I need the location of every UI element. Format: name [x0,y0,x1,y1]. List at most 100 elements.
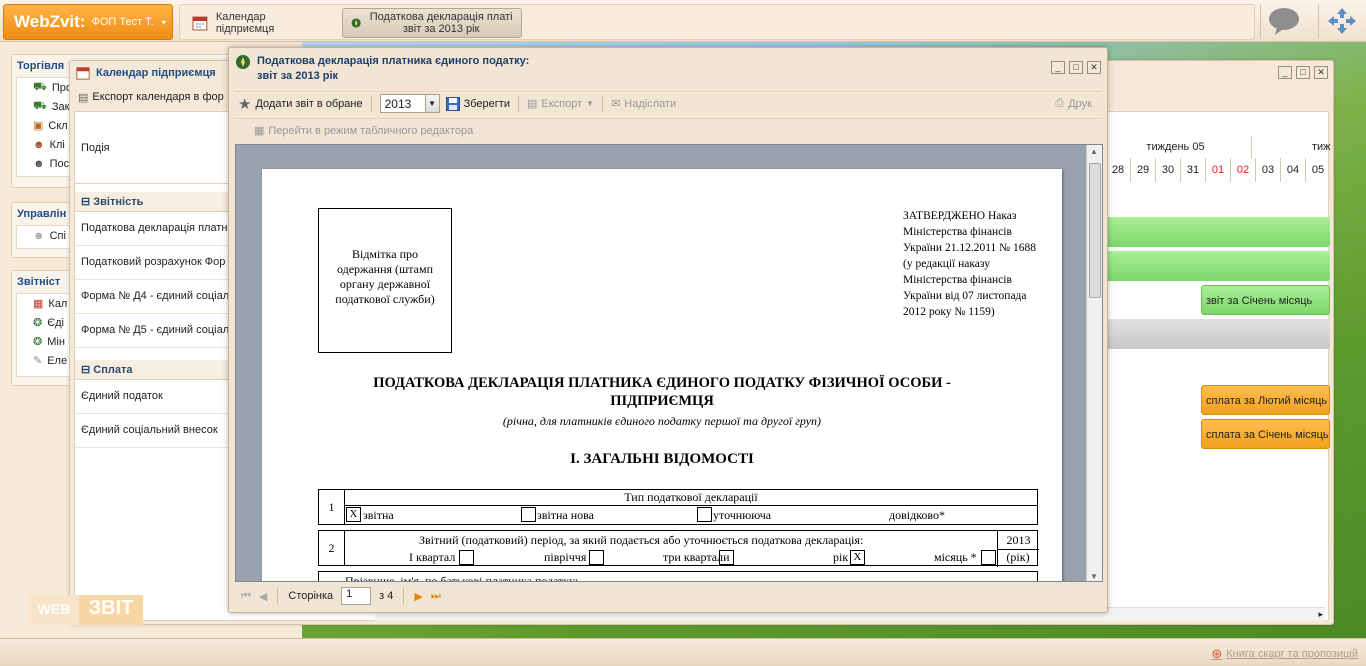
users-icon: ☻ [33,138,45,151]
chat-icon[interactable] [1267,6,1301,36]
table-mode-button[interactable]: ▦ Перейти в режим табличного редактора [254,124,473,138]
send-button[interactable]: ✉ Надіслати [611,97,676,111]
emblem-icon [351,18,361,28]
last-page-icon[interactable]: ⏭ [431,590,441,603]
save-label: Зберегти [463,97,510,110]
scrollbar-thumb[interactable] [1089,163,1101,298]
row3-header: Прізвище, ім'я, по батькові платника под… [345,574,579,582]
task-calendar[interactable]: Календар підприємця [184,8,334,38]
declaration-title-line2: звіт за 2013 рік [257,70,339,82]
add-favorite-label: Додати звіт в обране [255,97,363,110]
event-bar-report[interactable]: звіт за Січень місяць [1201,285,1330,315]
declaration-title-line1: Податкова декларація платника єдиного по… [257,55,530,67]
form-row-2: 2 Звітний (податковий) період, за який п… [318,530,1039,567]
vertical-scrollbar[interactable]: ▲ ▼ [1086,145,1102,581]
event-bar[interactable] [1105,251,1330,281]
feedback-label: Книга скарг та пропозицій [1226,648,1358,660]
export-button[interactable]: ▤ Експорт ▼ [527,97,594,111]
year-label: рік [833,550,849,564]
declaration-window: Податкова декларація платника єдиного по… [228,47,1108,613]
day-label: 30 [1155,158,1180,182]
export-label: Експорт [541,97,583,110]
trade-item-label: Зак [51,100,70,113]
next-page-icon[interactable]: ▶ [414,590,422,603]
webzvit-watermark: WEB ЗВІТ [29,595,143,625]
scroll-down-icon[interactable]: ▼ [1090,572,1098,581]
group-payments[interactable]: ⊟ Сплата [75,360,233,380]
add-favorite-button[interactable]: ★ Додати звіт в обране [238,95,363,113]
event-row[interactable]: Податковий розрахунок Фор [75,246,233,280]
task-declaration[interactable]: Податкова декларація платі звіт за 2013 … [342,8,522,38]
scroll-up-icon[interactable]: ▲ [1090,147,1098,156]
reports-item-label: Кал [48,297,68,310]
divider [1318,4,1319,38]
approval-text: ЗАТВЕРДЖЕНО Наказ Міністерства фінансів … [903,210,1036,318]
minimize-button[interactable]: _ [1051,61,1065,74]
calendar-title-text: Календар підприємця [96,67,216,79]
scroll-right-icon[interactable]: ▸ [1318,609,1323,620]
maximize-button[interactable]: □ [1296,66,1310,79]
box-icon: ▣ [33,120,44,132]
group-reports[interactable]: ⊟ Звітність [75,192,233,212]
half-label: півріччя [544,550,587,564]
divider [370,95,372,112]
day-label: 04 [1280,158,1305,182]
option-reporting: звітна [363,508,394,522]
chevron-down-icon: ▾ [161,17,166,27]
print-label: Друк [1068,97,1092,110]
page-label: Сторінка [288,590,334,602]
pen-icon: ✎ [33,355,43,367]
save-button[interactable]: Зберегти [445,96,510,111]
feedback-link[interactable]: ⊛ Книга скарг та пропозицій [1211,646,1358,662]
document-viewer[interactable]: Відмітка про одержання (штамп органу дер… [235,144,1103,582]
month-label: місяць * [934,550,977,564]
q1-label: І квартал [409,550,456,564]
reports-item-label: Еле [47,354,68,367]
close-button[interactable]: ✕ [1087,61,1101,74]
emblem-icon: ❂ [33,317,43,329]
checkbox-reporting[interactable]: Х [346,507,361,522]
event-bar-payment[interactable]: сплата за Лютий місяць в [1201,385,1330,415]
row-number: 2 [319,531,345,565]
print-button[interactable]: ⎙ Друк [1055,97,1092,110]
checkbox-new[interactable] [521,507,536,522]
stamp-box: Відмітка про одержання (штамп органу дер… [318,208,452,353]
event-bar-payment[interactable]: сплата за Січень місяць [1201,419,1330,449]
checkbox-year[interactable]: Х [850,550,865,565]
divider [277,588,279,604]
first-page-icon[interactable]: ⏮ [241,590,251,603]
event-row[interactable]: Єдиний податок [75,380,233,414]
row2-header: Звітний (податковий) період, за який под… [419,533,864,547]
minimize-button[interactable]: _ [1278,66,1292,79]
checkbox-q3[interactable] [719,550,734,565]
option-clarifying: уточнююча [713,508,772,522]
event-row[interactable]: Податкова декларація платн [75,212,233,246]
group-reports-label: Звітність [93,196,144,208]
calendar-icon: ▦ [33,298,44,310]
checkbox-q1[interactable] [459,550,474,565]
close-button[interactable]: ✕ [1314,66,1328,79]
reports-item-label: Мін [47,335,65,348]
day-label: 29 [1130,158,1155,182]
event-row[interactable]: Єдиний соціальний внесок [75,414,233,448]
row1-header: Тип податкової декларації [345,490,1037,506]
checkbox-month[interactable] [981,550,996,565]
year-select[interactable]: 2013 ▼ [379,94,440,113]
table-icon: ▦ [254,125,265,137]
event-row[interactable]: Форма № Д5 - єдиний соціаль [75,314,233,348]
fullscreen-icon[interactable] [1325,6,1359,36]
prev-page-icon[interactable]: ◀ [259,590,267,603]
maximize-button[interactable]: □ [1069,61,1083,74]
checkbox-half[interactable] [589,550,604,565]
firm-name: ФОП Тест Т. [91,16,154,28]
event-bar[interactable] [1105,319,1330,349]
export-calendar-button[interactable]: ▤ Експорт календаря в фор [78,91,224,104]
trade-item-label: Скл [48,119,68,132]
page-input[interactable]: 1 [341,587,372,605]
send-icon: ✉ [611,98,621,110]
brand-menu-button[interactable]: WebZvit: ФОП Тест Т. ▾ [3,4,173,40]
event-bar[interactable] [1105,217,1330,247]
event-row[interactable]: Форма № Д4 - єдиний соціаль [75,280,233,314]
status-bar: ⊛ Книга скарг та пропозицій [0,638,1366,666]
checkbox-clarifying[interactable] [697,507,712,522]
